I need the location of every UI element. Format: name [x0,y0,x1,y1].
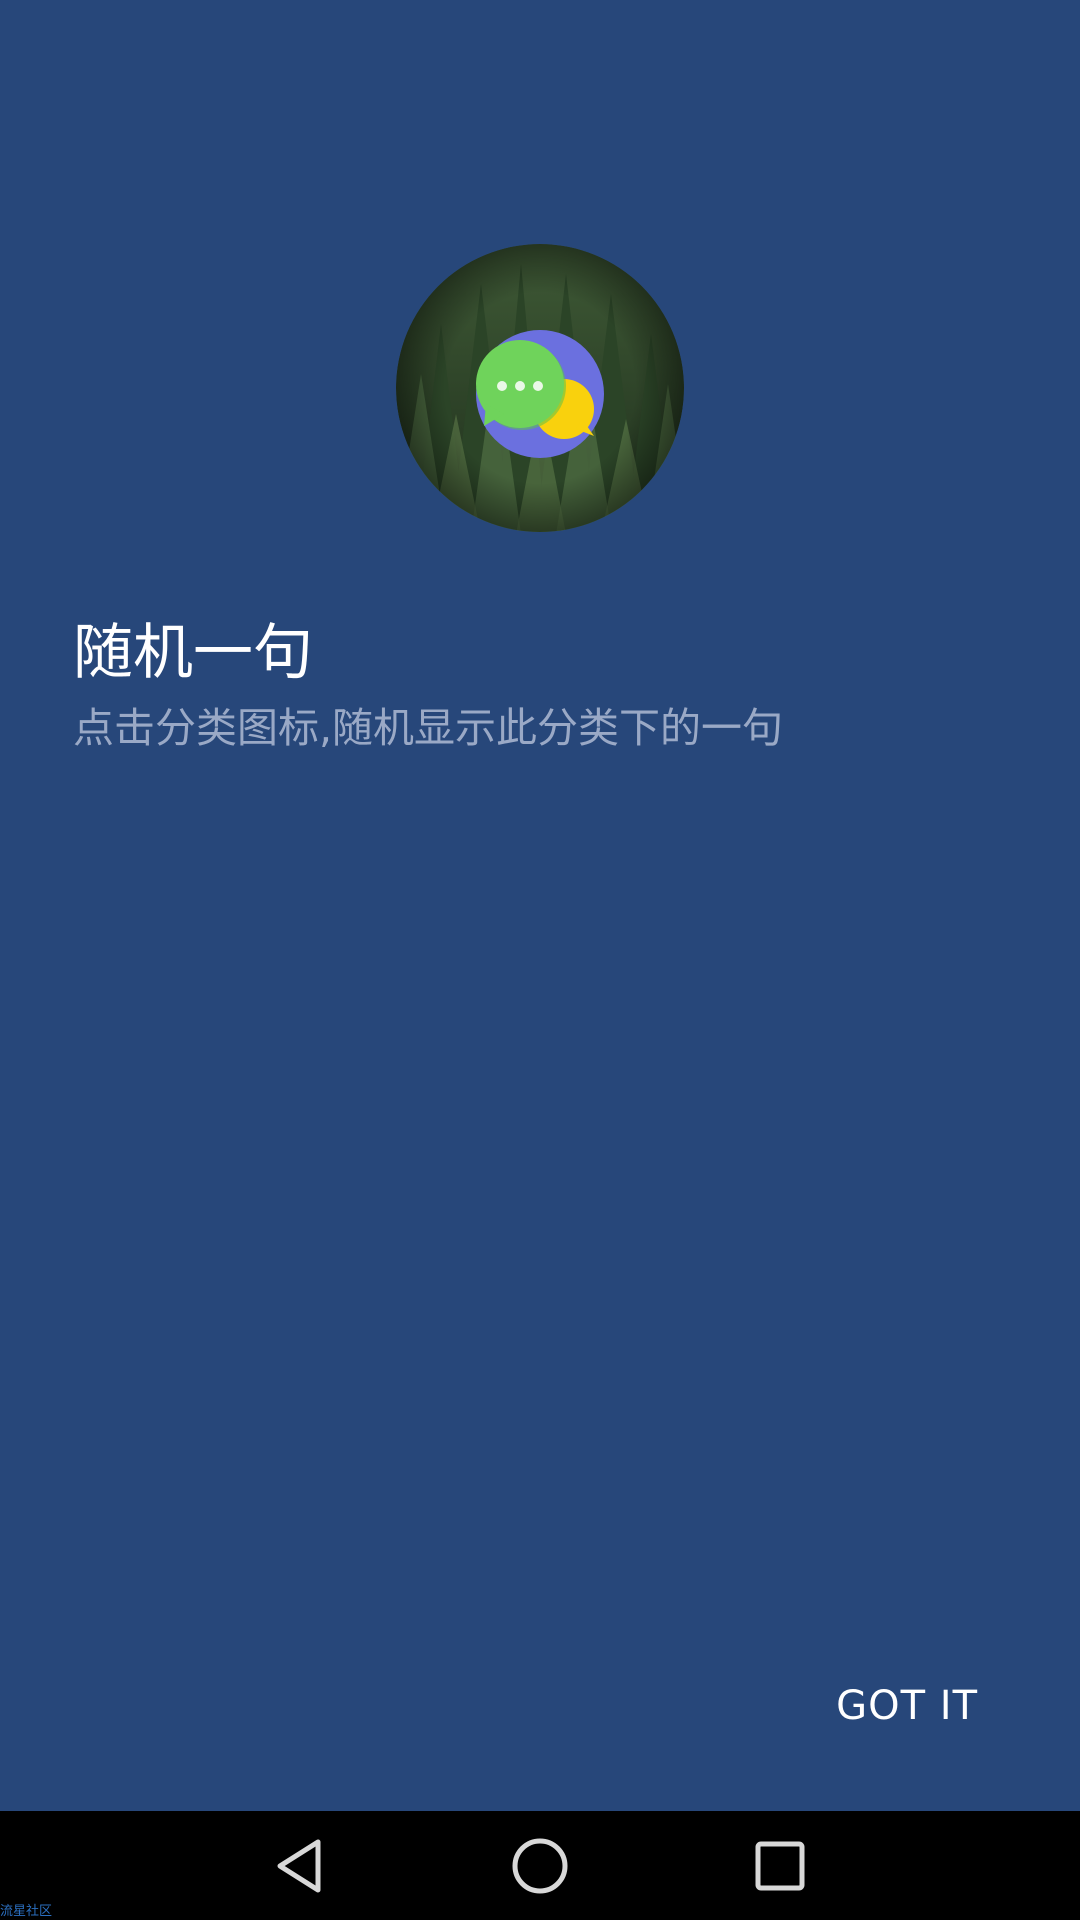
system-navigation-bar [0,1811,1080,1920]
got-it-button[interactable]: GOT IT [836,1678,978,1734]
recents-button[interactable] [710,1811,850,1920]
home-circle-icon [512,1838,568,1893]
intro-title: 随机一句 [73,618,313,688]
chat-bubbles-icon [476,330,604,458]
intro-description: 点击分类图标,随机显示此分类下的一句 [73,704,784,752]
intro-screen: 随机一句 点击分类图标,随机显示此分类下的一句 GOT IT [0,0,1080,1811]
back-triangle-icon [277,1839,321,1892]
hero-image [396,244,684,532]
watermark-text: 流星社区 [0,1904,53,1919]
home-button[interactable] [470,1811,610,1920]
forest-chat-illustration [396,244,684,532]
recents-square-icon [755,1841,805,1890]
back-button[interactable] [230,1811,370,1920]
